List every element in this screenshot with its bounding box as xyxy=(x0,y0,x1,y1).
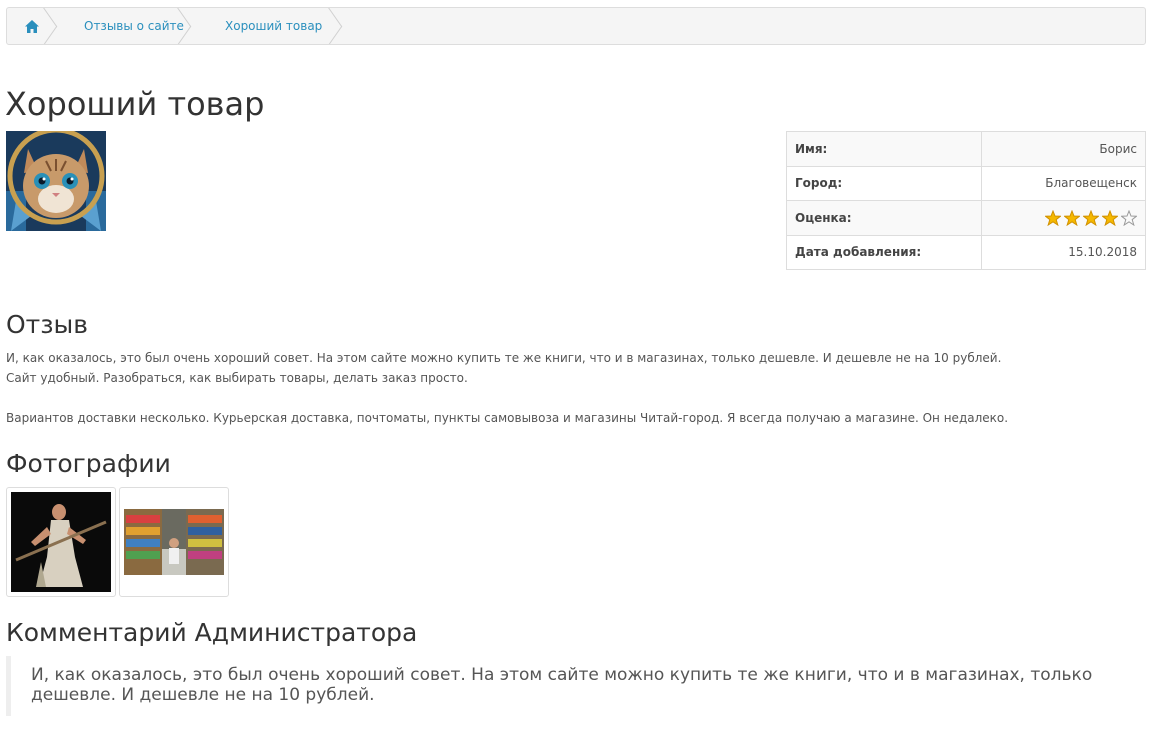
info-label: Дата добавления: xyxy=(786,234,982,270)
photo-gallery xyxy=(6,487,229,597)
info-value-date: 15.10.2018 xyxy=(981,234,1146,270)
photo-image xyxy=(124,509,224,575)
breadcrumb-home-link[interactable] xyxy=(7,8,57,44)
review-heading: Отзыв xyxy=(6,310,89,339)
info-label: Город: xyxy=(786,165,982,201)
photo-thumbnail[interactable] xyxy=(6,487,116,597)
star-filled-icon xyxy=(1083,209,1099,226)
home-icon xyxy=(25,19,39,33)
info-value-name: Борис xyxy=(981,131,1146,167)
admin-comment: И, как оказалось, это был очень хороший … xyxy=(6,656,1146,716)
review-text: И, как оказалось, это был очень хороший … xyxy=(6,348,1146,428)
rating-stars xyxy=(1045,209,1137,226)
review-info-table: Имя: Борис Город: Благовещенск Оценка: Д… xyxy=(786,131,1146,270)
star-filled-icon xyxy=(1102,209,1118,226)
info-value-city: Благовещенск xyxy=(981,165,1146,201)
info-label: Оценка: xyxy=(786,200,982,236)
info-row-rating: Оценка: xyxy=(786,200,1146,236)
info-row-date: Дата добавления: 15.10.2018 xyxy=(786,234,1146,270)
avatar xyxy=(6,131,106,231)
cat-avatar-image xyxy=(6,131,106,231)
info-value-rating xyxy=(981,200,1146,236)
photo-image xyxy=(11,492,111,592)
photos-heading: Фотографии xyxy=(6,449,171,478)
star-filled-icon xyxy=(1064,209,1080,226)
star-filled-icon xyxy=(1045,209,1061,226)
review-paragraph: Вариантов доставки несколько. Курьерская… xyxy=(6,411,1009,425)
info-label: Имя: xyxy=(786,131,982,167)
star-empty-icon xyxy=(1121,209,1137,226)
admin-comment-heading: Комментарий Администратора xyxy=(6,618,418,647)
info-row-name: Имя: Борис xyxy=(786,131,1146,167)
review-paragraph: И, как оказалось, это был очень хороший … xyxy=(6,351,1002,385)
breadcrumb-current-link[interactable]: Хороший товар xyxy=(191,8,342,44)
breadcrumb: Отзывы о сайте Хороший товар xyxy=(6,7,1146,45)
photo-thumbnail[interactable] xyxy=(119,487,229,597)
info-row-city: Город: Благовещенск xyxy=(786,165,1146,201)
page-title: Хороший товар xyxy=(5,85,265,123)
breadcrumb-reviews-link[interactable]: Отзывы о сайте xyxy=(57,8,191,44)
